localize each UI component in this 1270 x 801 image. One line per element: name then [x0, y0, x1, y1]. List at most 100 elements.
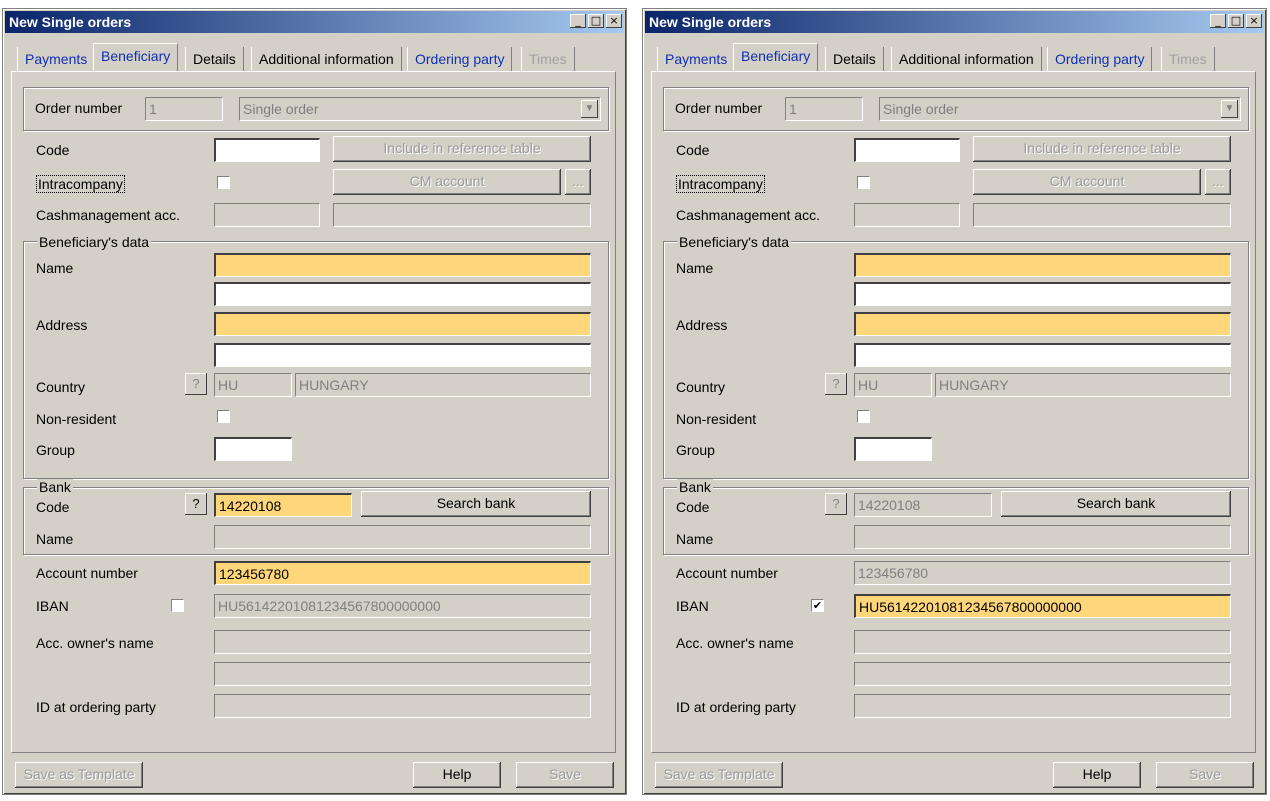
single-order-window-right: New Single orders _ □ × Payments Benefic…: [642, 8, 1267, 795]
group-input[interactable]: [214, 437, 292, 461]
intracompany-checkbox[interactable]: [217, 176, 230, 189]
search-bank-button[interactable]: Search bank: [1001, 491, 1231, 517]
cm-account-browse-button[interactable]: ...: [565, 169, 591, 195]
tab-additional-information[interactable]: Additional information: [891, 47, 1042, 71]
order-type-value: Single order: [883, 101, 959, 117]
intracompany-checkbox[interactable]: [857, 176, 870, 189]
address-label: Address: [36, 317, 88, 333]
country-name-field[interactable]: HUNGARY: [295, 373, 591, 397]
country-name-field[interactable]: HUNGARY: [935, 373, 1231, 397]
help-button[interactable]: Help: [413, 762, 501, 788]
name-label: Name: [36, 260, 74, 276]
iban-input[interactable]: HU56142201081234567800000000: [854, 594, 1231, 618]
id-ordering-party-field[interactable]: [214, 694, 591, 718]
tab-beneficiary[interactable]: Beneficiary: [93, 43, 179, 71]
maximize-icon[interactable]: □: [588, 14, 604, 28]
title-bar[interactable]: New Single orders _ □ ×: [645, 11, 1264, 33]
bank-code-input[interactable]: 14220108: [854, 493, 992, 517]
chevron-down-icon[interactable]: ▼: [1221, 100, 1238, 118]
window-title: New Single orders: [649, 14, 772, 30]
tab-times[interactable]: Times: [521, 47, 575, 71]
group-input[interactable]: [854, 437, 932, 461]
beneficiary-name-input-1[interactable]: [854, 253, 1231, 277]
tab-beneficiary[interactable]: Beneficiary: [733, 43, 819, 71]
tab-payments[interactable]: Payments: [657, 47, 736, 71]
iban-input[interactable]: HU56142201081234567800000000: [214, 594, 591, 618]
search-bank-button[interactable]: Search bank: [361, 491, 591, 517]
tab-details[interactable]: Details: [185, 47, 244, 71]
order-type-select[interactable]: Single order ▼: [239, 97, 601, 121]
tab-additional-information[interactable]: Additional information: [251, 47, 402, 71]
country-code-field[interactable]: HU: [214, 373, 292, 397]
close-icon[interactable]: ×: [1246, 14, 1262, 28]
bank-code-input[interactable]: 14220108: [214, 493, 352, 517]
bank-code-lookup-button[interactable]: ?: [825, 493, 847, 515]
address-input-1[interactable]: [854, 312, 1231, 336]
code-input[interactable]: [854, 138, 960, 162]
cashmanagement-field-1[interactable]: [854, 203, 960, 227]
tab-times[interactable]: Times: [1161, 47, 1215, 71]
address-input-2[interactable]: [854, 343, 1231, 367]
beneficiary-name-input-2[interactable]: [214, 282, 591, 306]
save-as-template-button[interactable]: Save as Template: [15, 762, 143, 788]
tab-payments[interactable]: Payments: [17, 47, 96, 71]
acc-owner-name-field-2[interactable]: [214, 662, 591, 686]
bank-name-field[interactable]: [214, 525, 591, 549]
cashmanagement-label: Cashmanagement acc.: [676, 207, 820, 223]
include-reference-button[interactable]: Include in reference table: [333, 136, 591, 162]
acc-owner-name-field-1[interactable]: [214, 630, 591, 654]
address-input-2[interactable]: [214, 343, 591, 367]
country-label: Country: [36, 379, 86, 395]
cashmanagement-field-1[interactable]: [214, 203, 320, 227]
beneficiary-name-input-2[interactable]: [854, 282, 1231, 306]
tab-ordering-party[interactable]: Ordering party: [407, 47, 513, 71]
address-label: Address: [676, 317, 728, 333]
non-resident-checkbox[interactable]: [217, 410, 230, 423]
cm-account-browse-button[interactable]: ...: [1205, 169, 1231, 195]
tab-details[interactable]: Details: [825, 47, 884, 71]
close-icon[interactable]: ×: [606, 14, 622, 28]
save-as-template-button[interactable]: Save as Template: [655, 762, 783, 788]
country-lookup-button[interactable]: ?: [185, 373, 207, 395]
bank-code-lookup-button[interactable]: ?: [185, 493, 207, 515]
beneficiary-data-legend: Beneficiary's data: [37, 234, 152, 250]
group-label: Group: [676, 442, 715, 458]
minimize-icon[interactable]: _: [570, 14, 586, 28]
chevron-down-icon[interactable]: ▼: [581, 100, 598, 118]
address-input-1[interactable]: [214, 312, 591, 336]
order-number-label: Order number: [675, 100, 763, 116]
account-number-input[interactable]: 123456780: [214, 561, 591, 585]
order-number-field[interactable]: 1: [785, 97, 863, 121]
iban-checkbox[interactable]: [171, 599, 184, 612]
minimize-icon[interactable]: _: [1210, 14, 1226, 28]
bank-name-field[interactable]: [854, 525, 1231, 549]
cm-account-button[interactable]: CM account: [973, 169, 1201, 195]
acc-owner-name-label: Acc. owner's name: [676, 635, 794, 651]
beneficiary-name-input-1[interactable]: [214, 253, 591, 277]
cashmanagement-field-2[interactable]: [333, 203, 591, 227]
window-title: New Single orders: [9, 14, 132, 30]
maximize-icon[interactable]: □: [1228, 14, 1244, 28]
account-number-input[interactable]: 123456780: [854, 561, 1231, 585]
acc-owner-name-field-1[interactable]: [854, 630, 1231, 654]
iban-checkbox[interactable]: ✔: [811, 599, 824, 612]
order-number-field[interactable]: 1: [145, 97, 223, 121]
code-input[interactable]: [214, 138, 320, 162]
cashmanagement-field-2[interactable]: [973, 203, 1231, 227]
country-code-field[interactable]: HU: [854, 373, 932, 397]
title-bar[interactable]: New Single orders _ □ ×: [5, 11, 624, 33]
iban-label: IBAN: [676, 598, 709, 614]
acc-owner-name-field-2[interactable]: [854, 662, 1231, 686]
save-button[interactable]: Save: [516, 762, 614, 788]
id-ordering-party-label: ID at ordering party: [36, 699, 156, 715]
include-reference-button[interactable]: Include in reference table: [973, 136, 1231, 162]
country-lookup-button[interactable]: ?: [825, 373, 847, 395]
help-button[interactable]: Help: [1053, 762, 1141, 788]
order-type-select[interactable]: Single order ▼: [879, 97, 1241, 121]
id-ordering-party-field[interactable]: [854, 694, 1231, 718]
name-label: Name: [676, 260, 714, 276]
cm-account-button[interactable]: CM account: [333, 169, 561, 195]
tab-ordering-party[interactable]: Ordering party: [1047, 47, 1153, 71]
non-resident-checkbox[interactable]: [857, 410, 870, 423]
save-button[interactable]: Save: [1156, 762, 1254, 788]
